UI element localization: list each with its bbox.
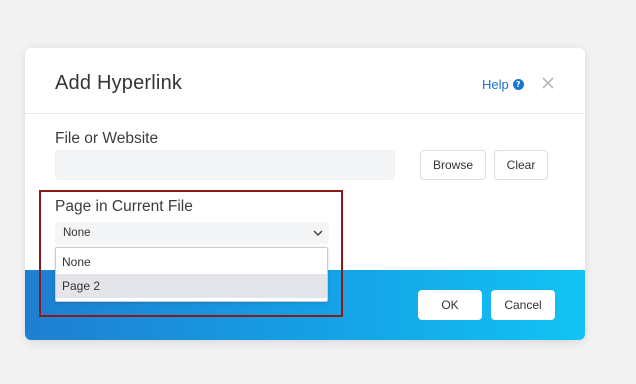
chevron-down-icon xyxy=(313,229,323,236)
page-select-dropdown: None Page 2 xyxy=(55,247,328,302)
page-select-value: None xyxy=(63,227,91,239)
dialog-title: Add Hyperlink xyxy=(55,72,183,94)
ok-button[interactable]: OK xyxy=(418,290,482,320)
cancel-button[interactable]: Cancel xyxy=(491,290,555,320)
url-input[interactable] xyxy=(55,150,395,180)
file-or-website-label: File or Website xyxy=(55,130,159,147)
help-link[interactable]: Help ? xyxy=(482,77,524,92)
browse-button[interactable]: Browse xyxy=(420,150,486,180)
page-in-current-file-label: Page in Current File xyxy=(55,198,193,215)
close-icon[interactable] xyxy=(540,75,556,91)
page-select[interactable]: None xyxy=(55,222,329,244)
clear-button[interactable]: Clear xyxy=(494,150,548,180)
header-divider xyxy=(25,113,585,114)
option-none[interactable]: None xyxy=(56,250,327,274)
help-label: Help xyxy=(482,77,509,92)
option-page-2[interactable]: Page 2 xyxy=(56,274,327,298)
question-circle-icon: ? xyxy=(512,79,524,90)
add-hyperlink-dialog: Add Hyperlink Help ? File or Website Bro… xyxy=(25,48,585,340)
